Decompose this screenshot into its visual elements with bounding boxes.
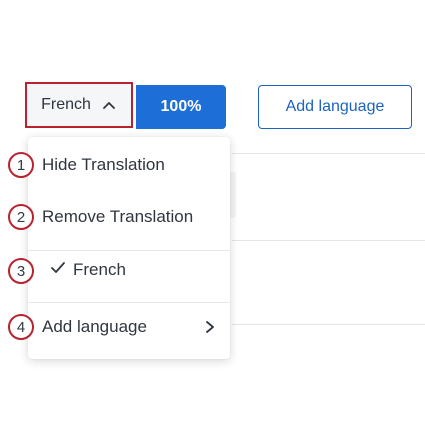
callout-marker-4: 4 — [8, 314, 34, 340]
menu-item-remove-translation[interactable]: Remove Translation — [28, 200, 230, 234]
checkmark-icon — [51, 262, 65, 273]
add-language-label: Add language — [285, 98, 385, 115]
background-divider — [232, 240, 425, 241]
progress-label: 100% — [160, 98, 202, 115]
language-menu: Hide Translation Remove Translation Fren… — [28, 137, 230, 359]
menu-item-label: French — [73, 260, 126, 279]
callout-marker-1: 1 — [8, 152, 34, 178]
menu-item-french[interactable]: French — [28, 253, 230, 287]
callout-number: 1 — [16, 156, 26, 174]
callout-marker-3: 3 — [8, 258, 34, 284]
chevron-right-icon — [206, 321, 214, 333]
menu-item-hide-translation[interactable]: Hide Translation — [28, 148, 230, 182]
callout-number: 4 — [16, 318, 26, 336]
translation-progress-button[interactable]: 100% — [136, 85, 226, 129]
background-divider — [232, 324, 425, 325]
language-select-label: French — [41, 96, 91, 113]
chevron-up-icon — [102, 102, 115, 109]
menu-item-label: Add language — [42, 317, 147, 336]
menu-item-label: Hide Translation — [42, 155, 165, 174]
menu-item-label: Remove Translation — [42, 207, 194, 226]
callout-marker-2: 2 — [8, 204, 34, 230]
language-select[interactable]: French — [25, 82, 133, 128]
callout-number: 3 — [16, 262, 26, 280]
callout-number: 2 — [16, 208, 26, 226]
menu-divider — [28, 302, 230, 303]
menu-item-add-language[interactable]: Add language — [28, 310, 230, 344]
menu-divider — [28, 250, 230, 251]
background-divider — [232, 153, 425, 154]
add-language-button[interactable]: Add language — [258, 85, 412, 129]
